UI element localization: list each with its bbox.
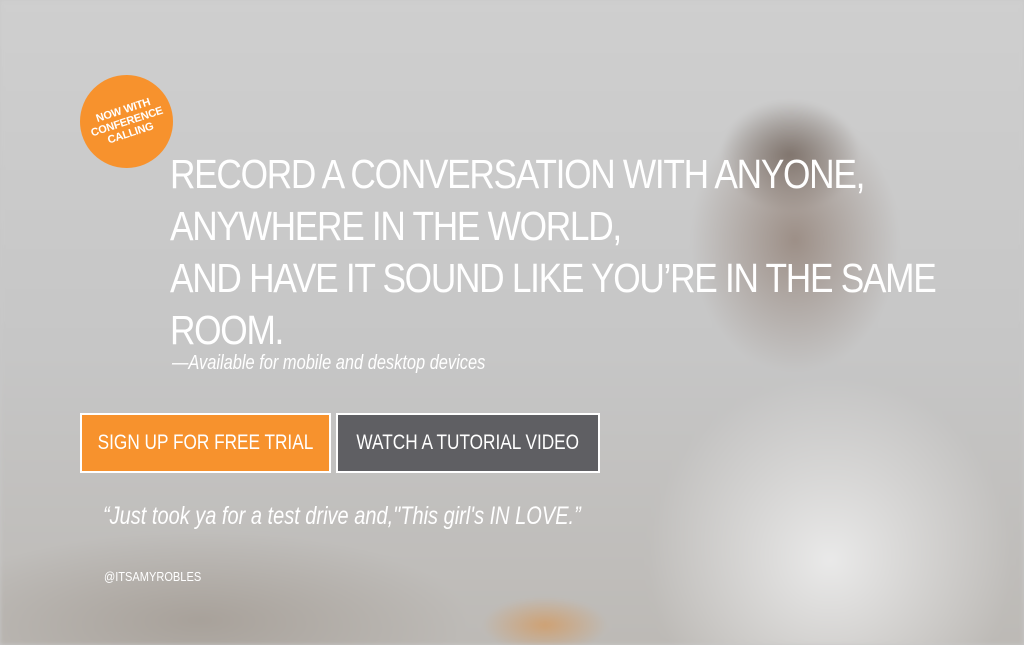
signup-button-label: SIGN UP FOR FREE TRIAL bbox=[97, 431, 314, 454]
signup-free-trial-button[interactable]: SIGN UP FOR FREE TRIAL bbox=[80, 413, 331, 473]
headline-line-2: ANYWHERE IN THE WORLD, bbox=[170, 203, 622, 249]
tutorial-button-label: WATCH A TUTORIAL VIDEO bbox=[356, 431, 580, 454]
hero-headline: RECORD A CONVERSATION WITH ANYONE, ANYWH… bbox=[170, 148, 937, 356]
headline-line-4: ROOM. bbox=[170, 307, 284, 353]
watch-tutorial-button[interactable]: WATCH A TUTORIAL VIDEO bbox=[336, 413, 600, 473]
availability-subline: —Available for mobile and desktop device… bbox=[172, 352, 486, 374]
conference-calling-badge: NOW WITH CONFERENCE CALLING bbox=[80, 75, 173, 168]
testimonial-handle-link[interactable]: @ITSAMYROBLES bbox=[104, 569, 201, 584]
headline-line-1: RECORD A CONVERSATION WITH ANYONE, bbox=[170, 151, 865, 197]
testimonial-quote: “Just took ya for a test drive and,"This… bbox=[103, 502, 581, 530]
headline-line-3: AND HAVE IT SOUND LIKE YOU’RE IN THE SAM… bbox=[170, 255, 937, 301]
